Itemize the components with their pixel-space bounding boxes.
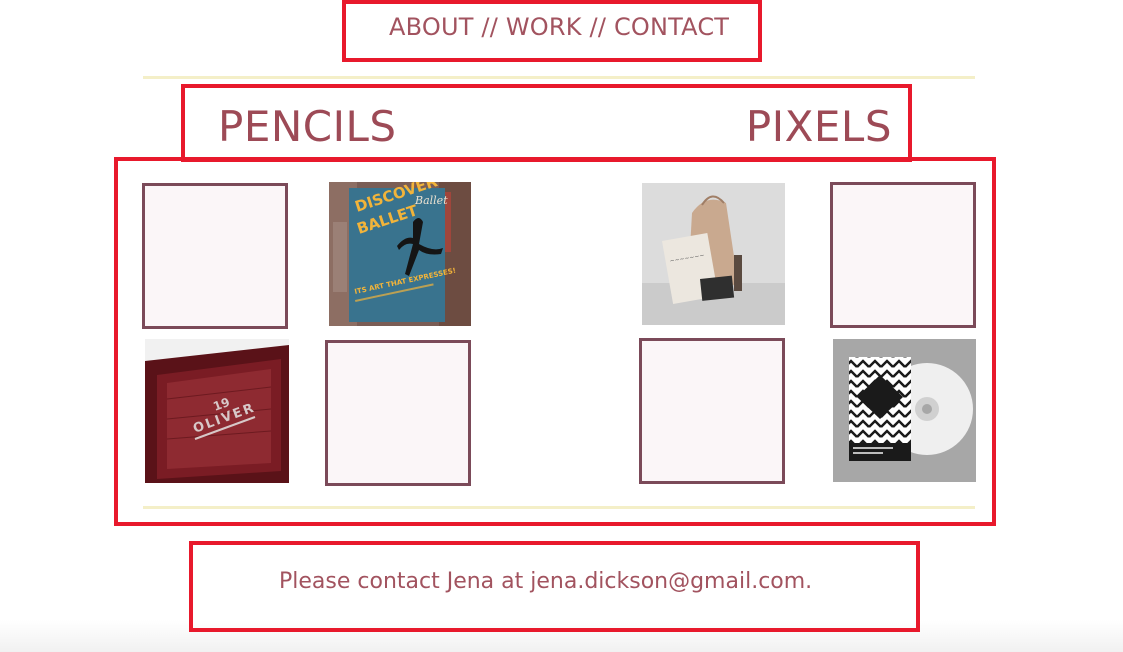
drawstring-bag-image: ~~~~~~~ [642,183,785,325]
contact-text: Please contact Jena at jena.dickson@gmai… [279,569,813,594]
small-wallet [700,275,735,301]
gallery-tile-ballet-poster[interactable]: DISCOVER BALLET Ballet ITS ART THAT EXPR… [329,182,471,326]
cd-packaging-image [833,339,976,482]
heading-pixels: PIXELS [745,102,892,151]
wood-box-image: 19 OLIVER [145,339,289,483]
divider-top [143,76,975,79]
gallery-tile-empty[interactable] [830,182,976,328]
divider-bottom [143,506,975,509]
nav-link-about[interactable]: ABOUT [389,13,474,41]
gallery-tile-wood-box[interactable]: 19 OLIVER [145,339,289,483]
gallery-tile-empty[interactable] [639,338,785,484]
heading-pencils: PENCILS [218,102,397,151]
top-nav: ABOUT // WORK // CONTACT [389,13,729,41]
gallery-tile-empty[interactable] [142,183,288,329]
nav-link-work[interactable]: WORK [506,13,582,41]
gallery-tile-drawstring-bag[interactable]: ~~~~~~~ [642,183,785,325]
gallery-tile-empty[interactable] [325,340,471,486]
nav-separator: // [481,13,498,41]
nav-link-contact[interactable]: CONTACT [614,13,729,41]
nav-separator: // [589,13,607,41]
ballet-poster-image: DISCOVER BALLET Ballet ITS ART THAT EXPR… [329,182,471,326]
gallery-tile-cd-packaging[interactable] [833,339,976,482]
poster-script-text: Ballet [414,194,448,207]
